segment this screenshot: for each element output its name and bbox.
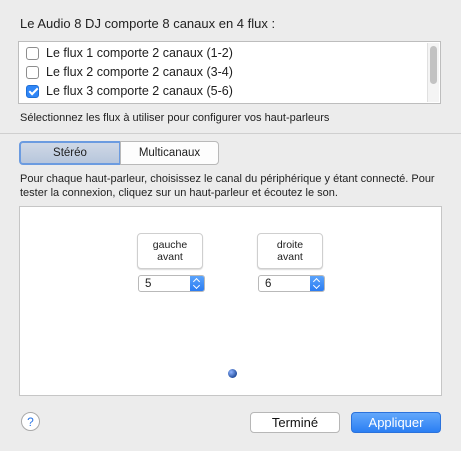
stream-item-3[interactable]: Le flux 3 comporte 2 canaux (5-6) bbox=[26, 82, 233, 100]
front-left-line2: avant bbox=[157, 251, 183, 263]
tab-multichannel[interactable]: Multicanaux bbox=[120, 141, 219, 165]
front-right-line1: droite bbox=[276, 239, 304, 251]
stream-3-label: Le flux 3 comporte 2 canaux (5-6) bbox=[46, 84, 233, 98]
stream-2-checkbox[interactable] bbox=[26, 65, 39, 79]
front-right-channel-select[interactable]: 6 bbox=[258, 275, 325, 292]
front-left-line1: gauche bbox=[152, 239, 188, 251]
done-button[interactable]: Terminé bbox=[250, 412, 340, 433]
stream-1-checkbox[interactable] bbox=[26, 46, 39, 60]
select-arrows-icon bbox=[190, 276, 204, 291]
speaker-layout-area: gauche avant 5 droite avant 6 bbox=[19, 206, 442, 396]
divider bbox=[0, 133, 461, 134]
tab-stereo[interactable]: Stéréo bbox=[19, 141, 121, 165]
stream-item-2[interactable]: Le flux 2 comporte 2 canaux (3-4) bbox=[26, 63, 233, 81]
help-button[interactable]: ? bbox=[21, 412, 40, 431]
front-left-channel-select[interactable]: 5 bbox=[138, 275, 205, 292]
front-right-channel-value: 6 bbox=[265, 277, 272, 290]
select-arrows-icon bbox=[310, 276, 324, 291]
front-left-speaker-button[interactable]: gauche avant bbox=[137, 233, 203, 269]
apply-button[interactable]: Appliquer bbox=[351, 412, 441, 433]
stream-hint: Sélectionnez les flux à utiliser pour co… bbox=[20, 112, 330, 124]
listener-position-icon bbox=[228, 369, 237, 378]
front-left-channel-value: 5 bbox=[145, 277, 152, 290]
stream-item-1[interactable]: Le flux 1 comporte 2 canaux (1-2) bbox=[26, 44, 233, 62]
front-right-speaker-button[interactable]: droite avant bbox=[257, 233, 323, 269]
stream-list-scrollbar[interactable] bbox=[427, 43, 439, 102]
stream-3-checkbox[interactable] bbox=[26, 84, 39, 98]
stream-2-label: Le flux 2 comporte 2 canaux (3-4) bbox=[46, 65, 233, 79]
stream-list: Le flux 1 comporte 2 canaux (1-2) Le flu… bbox=[18, 41, 441, 104]
stream-1-label: Le flux 1 comporte 2 canaux (1-2) bbox=[46, 46, 233, 60]
front-right-line2: avant bbox=[277, 251, 303, 263]
speaker-instructions: Pour chaque haut-parleur, choisissez le … bbox=[20, 173, 435, 199]
scrollbar-thumb[interactable] bbox=[430, 46, 437, 84]
dialog-title: Le Audio 8 DJ comporte 8 canaux en 4 flu… bbox=[20, 16, 276, 31]
